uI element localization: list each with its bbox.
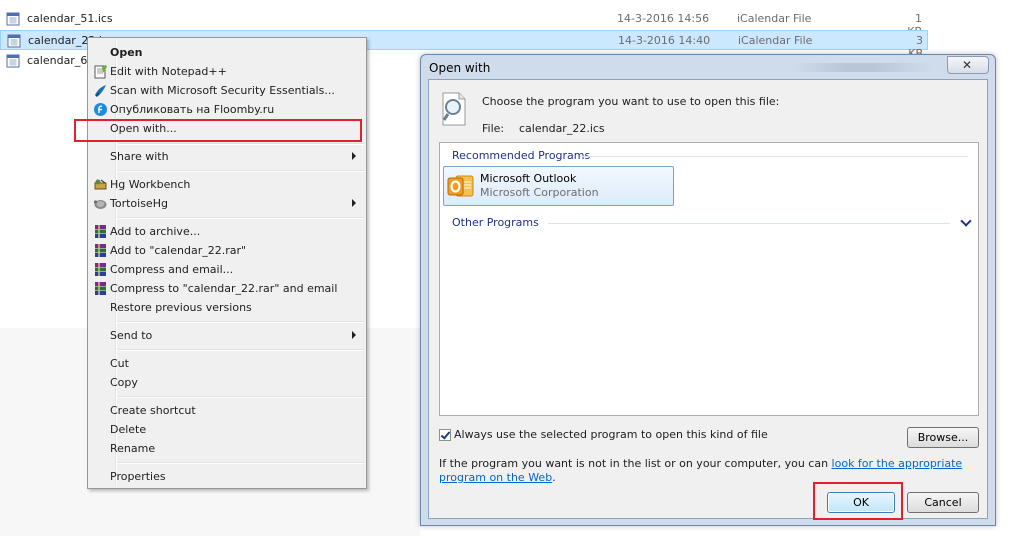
menu-item-rename[interactable]: Rename (90, 439, 364, 458)
menu-item-label: Edit with Notepad++ (110, 65, 227, 78)
outlook-icon (447, 175, 474, 197)
program-company: Microsoft Corporation (480, 186, 599, 199)
menu-separator (118, 217, 364, 219)
submenu-arrow-icon (352, 199, 356, 207)
menu-item-label: Compress to "calendar_22.rar" and email (110, 282, 338, 295)
magnifier-document-icon (442, 92, 466, 126)
menu-item-label: Hg Workbench (110, 178, 191, 191)
info-suffix: . (552, 471, 556, 484)
menu-item-label: Properties (110, 470, 166, 483)
menu-item-label: Compress and email... (110, 263, 234, 276)
group-divider (580, 156, 968, 157)
winrar-icon (95, 244, 106, 257)
calendar-file-icon (6, 12, 20, 26)
menu-item-compress-email[interactable]: Compress and email... (90, 260, 364, 279)
ok-highlight (813, 482, 903, 520)
menu-item-label: Copy (110, 376, 138, 389)
menu-item-send-to[interactable]: Send to (90, 326, 364, 345)
browse-button[interactable]: Browse... (907, 427, 979, 448)
chevron-down-icon[interactable] (960, 215, 972, 227)
menu-item-copy[interactable]: Copy (90, 373, 364, 392)
info-prefix: If the program you want is not in the li… (439, 457, 832, 470)
file-row[interactable]: calendar_6... (0, 51, 98, 71)
close-button[interactable]: ✕ (947, 56, 989, 74)
open-with-highlight (74, 119, 362, 142)
menu-item-tortoisehg[interactable]: TortoiseHg (90, 194, 364, 213)
floomby-icon (94, 103, 107, 116)
menu-item-label: TortoiseHg (110, 197, 168, 210)
notepad-plus-icon (94, 65, 107, 79)
info-text: If the program you want is not in the li… (439, 457, 979, 485)
menu-item-label: Delete (110, 423, 147, 436)
menu-item-label: Create shortcut (110, 404, 196, 417)
menu-separator (118, 170, 364, 172)
menu-item-label: Cut (110, 357, 129, 370)
menu-item-label: Open (110, 46, 143, 59)
menu-separator (118, 462, 364, 464)
file-name: calendar_51.ics (27, 12, 113, 25)
menu-item-share-with[interactable]: Share with (90, 147, 364, 166)
program-name: Microsoft Outlook (480, 172, 577, 185)
menu-item-open[interactable]: Open (90, 43, 364, 62)
menu-item-label: Send to (110, 329, 153, 342)
program-item-outlook[interactable]: Microsoft Outlook Microsoft Corporation (443, 166, 674, 206)
menu-item-create-shortcut[interactable]: Create shortcut (90, 401, 364, 420)
always-use-checkbox[interactable] (439, 429, 451, 441)
menu-item-floomby[interactable]: Опубликовать на Floomby.ru (90, 100, 364, 119)
file-value: calendar_22.ics (519, 122, 605, 135)
menu-item-delete[interactable]: Delete (90, 420, 364, 439)
recommended-programs-header[interactable]: Recommended Programs (452, 149, 590, 162)
file-date: 14-3-2016 14:56 (617, 12, 710, 25)
menu-item-add-to-rar[interactable]: Add to "calendar_22.rar" (90, 241, 364, 260)
menu-item-edit-notepad[interactable]: Edit with Notepad++ (90, 62, 364, 81)
other-programs-header[interactable]: Other Programs (452, 216, 539, 229)
always-use-label[interactable]: Always use the selected program to open … (454, 428, 768, 441)
file-type: iCalendar File (737, 12, 812, 25)
titlebar-blur (791, 63, 931, 72)
calendar-file-icon (7, 34, 21, 48)
file-row[interactable]: calendar_51.ics 14-3-2016 14:56 iCalenda… (0, 9, 928, 38)
menu-item-restore-versions[interactable]: Restore previous versions (90, 298, 364, 317)
group-divider (548, 223, 950, 224)
file-type: iCalendar File (738, 34, 813, 47)
menu-item-hg-workbench[interactable]: Hg Workbench (90, 175, 364, 194)
program-list[interactable]: Recommended Programs Microsoft Outlook M… (439, 142, 979, 416)
menu-item-compress-rar-email[interactable]: Compress to "calendar_22.rar" and email (90, 279, 364, 298)
menu-item-label: Add to archive... (110, 225, 201, 238)
close-icon: ✕ (962, 58, 973, 72)
submenu-arrow-icon (352, 152, 356, 160)
menu-item-label: Add to "calendar_22.rar" (110, 244, 247, 257)
menu-separator (118, 143, 364, 145)
menu-item-label: Share with (110, 150, 169, 163)
winrar-icon (95, 282, 106, 295)
cancel-label: Cancel (924, 496, 962, 509)
tortoisehg-icon (93, 200, 107, 209)
dialog-body: Choose the program you want to use to op… (428, 79, 988, 519)
menu-separator (118, 321, 364, 323)
menu-separator (118, 349, 364, 351)
cancel-button[interactable]: Cancel (907, 492, 979, 513)
winrar-icon (95, 225, 106, 238)
menu-item-label: Rename (110, 442, 156, 455)
submenu-arrow-icon (352, 331, 356, 339)
calendar-file-icon (6, 54, 20, 68)
menu-item-label: Опубликовать на Floomby.ru (110, 103, 275, 116)
menu-item-properties[interactable]: Properties (90, 467, 364, 486)
choose-program-text: Choose the program you want to use to op… (482, 95, 780, 108)
menu-separator (118, 396, 364, 398)
file-label: File: (482, 122, 505, 135)
menu-item-add-to-archive[interactable]: Add to archive... (90, 222, 364, 241)
dialog-title: Open with (429, 61, 491, 75)
menu-item-cut[interactable]: Cut (90, 354, 364, 373)
file-date: 14-3-2016 14:40 (618, 34, 711, 47)
browse-label: Browse... (917, 431, 969, 444)
open-with-dialog: Open with ✕ Choose the program you want … (420, 54, 996, 526)
menu-item-scan-mse[interactable]: Scan with Microsoft Security Essentials.… (90, 81, 364, 100)
winrar-icon (95, 263, 106, 276)
menu-item-label: Restore previous versions (110, 301, 252, 314)
menu-item-label: Scan with Microsoft Security Essentials.… (110, 84, 335, 97)
context-menu: Open Edit with Notepad++ Scan with Micro… (87, 37, 367, 489)
hg-workbench-icon (94, 179, 107, 190)
security-essentials-icon (95, 85, 106, 97)
